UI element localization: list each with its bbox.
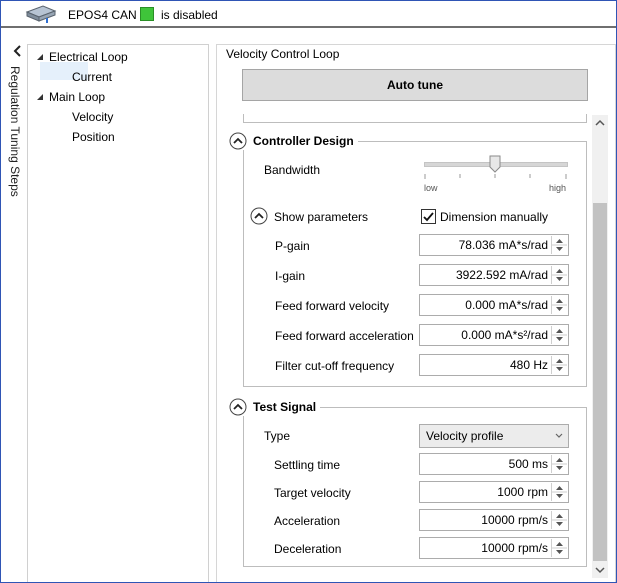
vertical-tab-title[interactable]: Regulation Tuning Steps xyxy=(6,66,26,266)
collapse-up-icon[interactable] xyxy=(229,132,247,150)
deceleration-stepper[interactable] xyxy=(551,539,567,557)
p-gain-input[interactable]: 78.036 mA*s/rad xyxy=(419,234,569,256)
settling-time-stepper[interactable] xyxy=(551,455,567,473)
acceleration-label: Acceleration xyxy=(274,514,341,528)
tree-item-position[interactable]: Position xyxy=(72,130,115,144)
tuning-steps-tree xyxy=(27,44,209,582)
target-velocity-input[interactable]: 1000 rpm xyxy=(419,481,569,503)
checkmark-icon xyxy=(423,212,434,222)
settling-time-label: Settling time xyxy=(274,458,341,472)
i-gain-input[interactable]: 3922.592 mA/rad xyxy=(419,264,569,286)
controller-design-header: Controller Design xyxy=(229,132,358,150)
scrollbar-thumb[interactable] xyxy=(593,203,607,561)
section-separator xyxy=(243,114,587,123)
tree-item-electrical-loop[interactable]: Electrical Loop xyxy=(49,50,128,64)
dimension-manually-label[interactable]: Dimension manually xyxy=(440,210,548,224)
dimension-manually-checkbox[interactable] xyxy=(421,209,436,224)
target-velocity-stepper[interactable] xyxy=(551,483,567,501)
p-gain-label: P-gain xyxy=(275,239,310,253)
auto-tune-button[interactable]: Auto tune xyxy=(242,69,588,101)
settling-time-input[interactable]: 500 ms xyxy=(419,453,569,475)
ff-velocity-stepper[interactable] xyxy=(551,296,567,314)
tree-item-velocity[interactable]: Velocity xyxy=(72,110,113,124)
ff-acceleration-label: Feed forward acceleration xyxy=(275,329,414,343)
vertical-scrollbar[interactable] xyxy=(592,115,608,578)
controller-design-title: Controller Design xyxy=(253,134,354,148)
signal-type-select[interactable]: Velocity profile xyxy=(419,424,569,448)
bandwidth-slider-ticks xyxy=(424,174,567,179)
expanded-triangle-icon[interactable] xyxy=(36,53,44,61)
deceleration-label: Deceleration xyxy=(274,542,342,556)
bandwidth-label: Bandwidth xyxy=(264,163,321,177)
collapse-left-icon[interactable] xyxy=(11,44,25,58)
test-signal-header: Test Signal xyxy=(229,398,321,416)
status-led-icon xyxy=(140,7,154,21)
show-parameters-label[interactable]: Show parameters xyxy=(274,210,368,224)
device-icon xyxy=(25,5,57,23)
i-gain-label: I-gain xyxy=(275,269,306,283)
p-gain-stepper[interactable] xyxy=(551,236,567,254)
header-divider xyxy=(1,26,616,28)
slider-low-label: low xyxy=(424,183,438,193)
bandwidth-slider-thumb[interactable] xyxy=(489,155,501,173)
show-parameters-collapse-icon[interactable] xyxy=(250,207,268,225)
target-velocity-label: Target velocity xyxy=(274,486,351,500)
scroll-up-icon[interactable] xyxy=(592,115,608,131)
filter-cutoff-label: Filter cut-off frequency xyxy=(275,359,395,373)
collapse-up-icon[interactable] xyxy=(229,398,247,416)
ff-velocity-input[interactable]: 0.000 mA*s/rad xyxy=(419,294,569,316)
acceleration-input[interactable]: 10000 rpm/s xyxy=(419,509,569,531)
tree-item-main-loop[interactable]: Main Loop xyxy=(49,90,105,104)
device-name: EPOS4 CAN xyxy=(68,8,137,22)
ff-velocity-label: Feed forward velocity xyxy=(275,299,390,313)
device-state-text: is disabled xyxy=(161,8,218,22)
ff-acceleration-stepper[interactable] xyxy=(551,326,567,344)
tree-item-current[interactable]: Current xyxy=(72,70,112,84)
filter-cutoff-stepper[interactable] xyxy=(551,356,567,374)
test-signal-title: Test Signal xyxy=(253,400,317,414)
acceleration-stepper[interactable] xyxy=(551,511,567,529)
device-header: EPOS4 CAN is disabled xyxy=(1,1,616,27)
i-gain-stepper[interactable] xyxy=(551,266,567,284)
ff-acceleration-input[interactable]: 0.000 mA*s²/rad xyxy=(419,324,569,346)
deceleration-input[interactable]: 10000 rpm/s xyxy=(419,537,569,559)
filter-cutoff-input[interactable]: 480 Hz xyxy=(419,354,569,376)
type-label: Type xyxy=(264,429,291,443)
chevron-down-icon xyxy=(555,433,563,438)
slider-high-label: high xyxy=(549,183,567,193)
expanded-triangle-icon[interactable] xyxy=(36,93,44,101)
scroll-down-icon[interactable] xyxy=(592,562,608,578)
panel-title: Velocity Control Loop xyxy=(224,47,342,61)
